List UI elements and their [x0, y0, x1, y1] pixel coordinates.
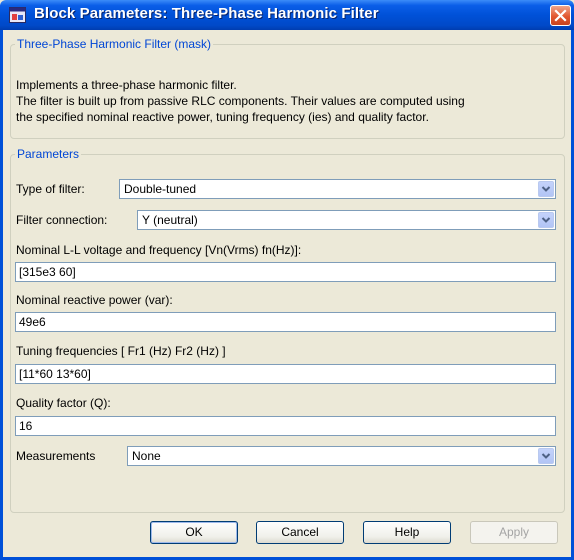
description-line: Implements a three-phase harmonic filter… [16, 78, 237, 92]
type-of-filter-value: Double-tuned [124, 182, 197, 196]
window-frame-left [0, 30, 3, 560]
help-button[interactable]: Help [363, 521, 451, 544]
measurements-value: None [132, 449, 161, 463]
description-line: The filter is built up from passive RLC … [16, 94, 465, 108]
block-parameters-dialog: Block Parameters: Three-Phase Harmonic F… [0, 0, 574, 560]
filter-connection-select[interactable]: Y (neutral) [137, 210, 556, 230]
nominal-voltage-input[interactable]: [315e3 60] [15, 262, 556, 282]
chevron-down-icon[interactable] [538, 212, 554, 228]
cancel-button[interactable]: Cancel [256, 521, 344, 544]
quality-factor-input[interactable]: 16 [15, 416, 556, 436]
apply-button[interactable]: Apply [470, 521, 558, 544]
measurements-label: Measurements [16, 449, 96, 463]
reactive-power-input[interactable]: 49e6 [15, 312, 556, 332]
description-line: the specified nominal reactive power, tu… [16, 110, 429, 124]
simulink-block-icon [9, 7, 26, 23]
title-bar[interactable]: Block Parameters: Three-Phase Harmonic F… [0, 0, 574, 30]
parameters-group-legend: Parameters [17, 147, 80, 161]
measurements-select[interactable]: None [127, 446, 556, 466]
chevron-down-icon[interactable] [538, 448, 554, 464]
type-of-filter-select[interactable]: Double-tuned [119, 179, 556, 199]
mask-group-legend: Three-Phase Harmonic Filter (mask) [17, 37, 212, 51]
tuning-frequencies-input[interactable]: [11*60 13*60] [15, 364, 556, 384]
filter-connection-label: Filter connection: [16, 213, 108, 227]
window-title: Block Parameters: Three-Phase Harmonic F… [34, 5, 379, 22]
tuning-frequencies-label: Tuning frequencies [ Fr1 (Hz) Fr2 (Hz) ] [16, 344, 226, 358]
filter-connection-value: Y (neutral) [142, 213, 198, 227]
chevron-down-icon[interactable] [538, 181, 554, 197]
reactive-power-label: Nominal reactive power (var): [16, 293, 173, 307]
close-icon [554, 9, 567, 22]
close-button[interactable] [550, 5, 571, 26]
quality-factor-label: Quality factor (Q): [16, 396, 111, 410]
ok-button[interactable]: OK [150, 521, 238, 544]
type-of-filter-label: Type of filter: [16, 182, 85, 196]
nominal-voltage-label: Nominal L-L voltage and frequency [Vn(Vr… [16, 243, 302, 257]
